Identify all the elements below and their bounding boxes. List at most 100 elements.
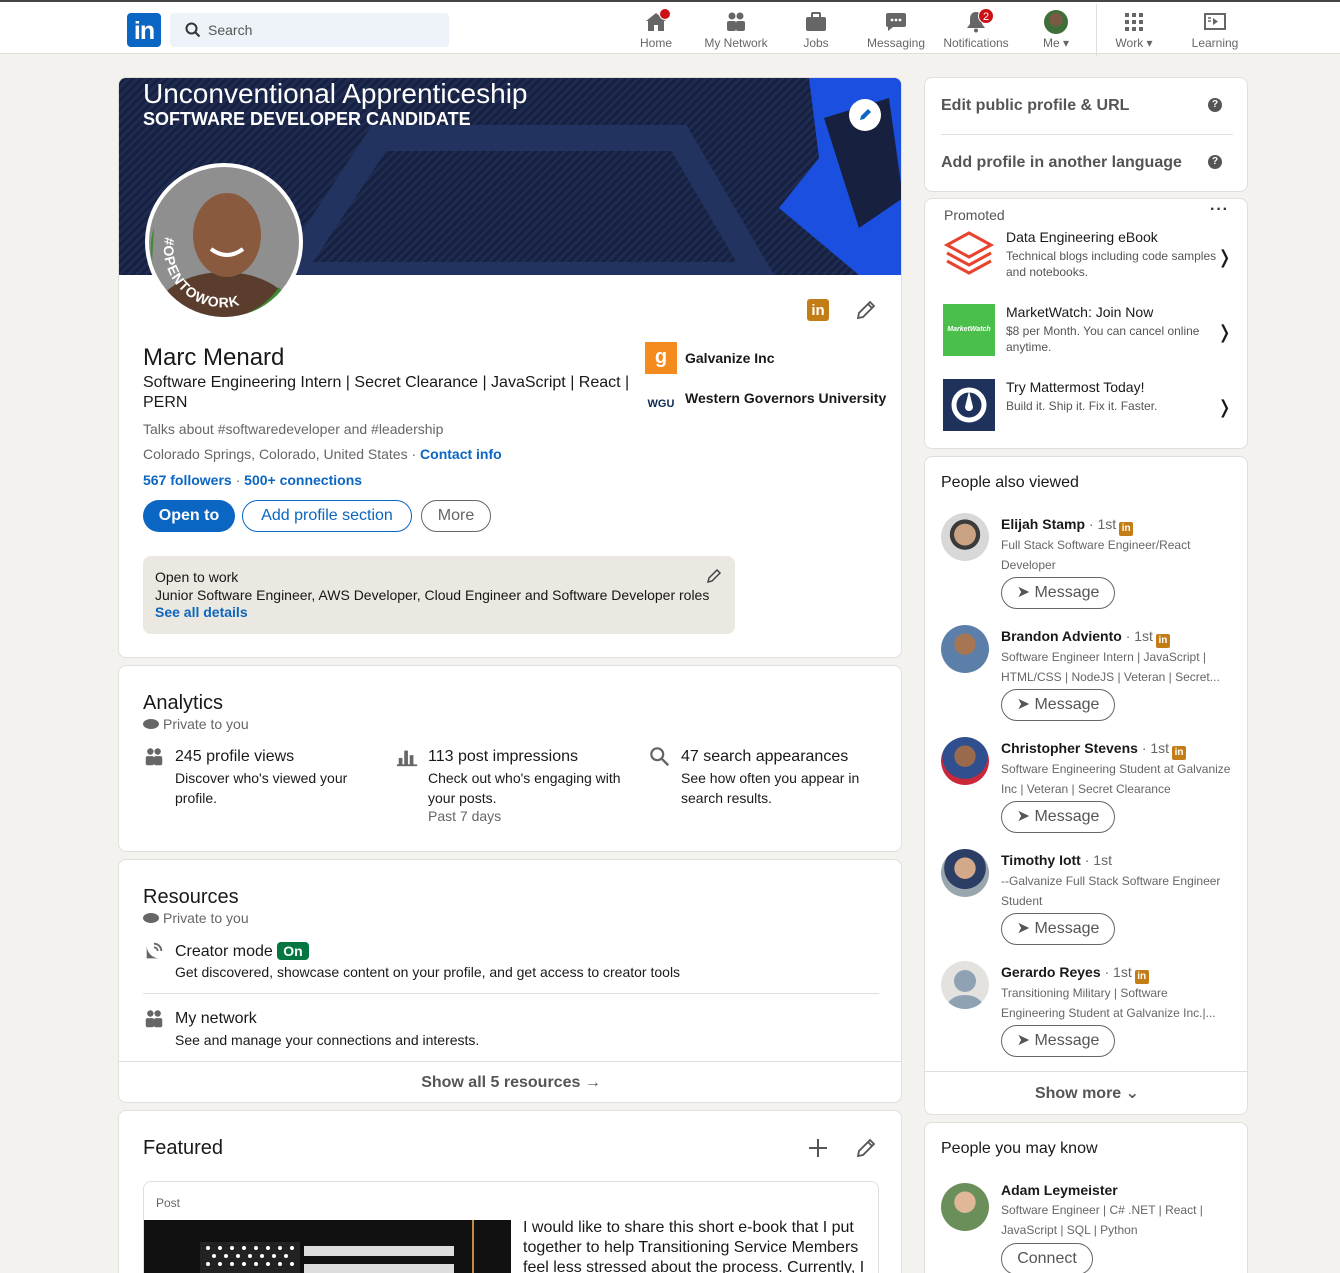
person-name[interactable]: Brandon Adviento · 1st in <box>1001 628 1170 648</box>
mattermost-logo <box>943 379 995 431</box>
promoted-item-title: MarketWatch: Join Now <box>1006 304 1154 320</box>
edit-public-profile-link[interactable]: Edit public profile & URL <box>941 97 1129 115</box>
analytics-item-desc: Check out who's engaging with your posts… <box>428 770 621 806</box>
me-avatar <box>1044 10 1068 34</box>
person-name[interactable]: Gerardo Reyes · 1st in <box>1001 964 1149 984</box>
promoted-item[interactable]: MarketWatch MarketWatch: Join Now $8 per… <box>925 302 1247 372</box>
avatar[interactable] <box>941 1183 989 1231</box>
promoted-item-title: Try Mattermost Today! <box>1006 379 1145 395</box>
profile-name: Marc Menard <box>143 344 285 371</box>
help-icon[interactable]: ? <box>1208 155 1222 169</box>
people-you-may-know-card: People you may know Adam Leymeister Soft… <box>924 1122 1248 1273</box>
show-more-button[interactable]: Show more ⌄ <box>925 1071 1247 1114</box>
linkedin-logo[interactable]: in <box>127 13 161 47</box>
add-featured-plus-icon[interactable] <box>807 1137 829 1159</box>
edit-intro-pencil-icon[interactable] <box>855 299 877 321</box>
linkedin-premium-icon: in <box>1155 634 1170 648</box>
nav-messaging-label: Messaging <box>866 36 926 50</box>
followers-link[interactable]: 567 followers <box>143 472 232 488</box>
featured-post-label: Post <box>156 1196 181 1210</box>
avatar[interactable] <box>941 625 989 673</box>
network-icon <box>727 12 745 31</box>
banner-subtitle: SOFTWARE DEVELOPER CANDIDATE <box>143 109 471 129</box>
nav-jobs[interactable]: Jobs <box>776 8 856 54</box>
nav-network-label: My Network <box>704 36 768 50</box>
nav-notifications[interactable]: 2 Notifications <box>936 8 1016 54</box>
creator-mode-resource[interactable]: Creator mode On Get discovered, showcase… <box>143 940 879 994</box>
learning-icon <box>1204 13 1226 30</box>
my-network-resource[interactable]: My network See and manage your connectio… <box>143 1008 879 1052</box>
person-headline: Transitioning Military | Software Engine… <box>1001 986 1216 1020</box>
bar-chart-icon <box>396 750 418 767</box>
profile-photo-image: #OPENTOWORK <box>149 167 299 317</box>
promoted-item-desc: $8 per Month. You can cancel online anyt… <box>1006 324 1200 354</box>
notifications-badge: 2 <box>978 8 994 24</box>
person-name[interactable]: Adam Leymeister <box>1001 1182 1118 1198</box>
nav-home[interactable]: Home <box>616 8 696 54</box>
messaging-icon <box>886 13 906 31</box>
company-galvanize[interactable]: Galvanize Inc <box>685 350 774 366</box>
message-button[interactable]: ➤ Message <box>1001 1025 1115 1057</box>
my-network-title: My network <box>175 1010 257 1027</box>
contact-info-link[interactable]: Contact info <box>420 446 502 462</box>
more-button[interactable]: More <box>421 500 491 532</box>
edit-featured-pencil-icon[interactable] <box>855 1137 877 1159</box>
avatar[interactable] <box>941 849 989 897</box>
nav-messaging[interactable]: Messaging <box>856 8 936 54</box>
search-box[interactable] <box>170 13 449 47</box>
edit-banner-button[interactable] <box>849 99 881 131</box>
message-button[interactable]: ➤ Message <box>1001 913 1115 945</box>
avatar[interactable] <box>941 513 989 561</box>
add-language-link[interactable]: Add profile in another language <box>941 154 1182 172</box>
person-name[interactable]: Elijah Stamp · 1st in <box>1001 516 1134 536</box>
show-all-resources-button[interactable]: Show all 5 resources → <box>119 1061 901 1102</box>
help-icon[interactable]: ? <box>1208 98 1222 112</box>
more-options-icon[interactable]: ··· <box>1210 201 1229 219</box>
nav-home-label: Home <box>639 36 672 50</box>
promoted-item[interactable]: Data Engineering eBook Technical blogs i… <box>925 227 1247 297</box>
nav-me[interactable]: Me ▾ <box>1016 8 1096 54</box>
separator: · <box>407 446 421 462</box>
nav-learning[interactable]: Learning <box>1175 8 1255 54</box>
creator-linkedin-icon[interactable]: in <box>807 299 829 321</box>
message-button[interactable]: ➤ Message <box>1001 689 1115 721</box>
featured-post[interactable]: Post I would like to share this short e-… <box>143 1181 879 1273</box>
connections-link[interactable]: 500+ connections <box>244 472 362 488</box>
creator-mode-badge: On <box>277 942 309 960</box>
message-button[interactable]: ➤ Message <box>1001 577 1115 609</box>
school-wgu[interactable]: Western Governors University <box>685 390 886 406</box>
person-card: Timothy Iott · 1st --Galvanize Full Stac… <box>925 849 1247 953</box>
edit-open-to-work-pencil-icon[interactable] <box>706 568 722 584</box>
global-nav: in Home My Network Jobs Messaging 2 Noti… <box>0 0 1340 56</box>
eye-icon <box>143 719 159 729</box>
grid-icon <box>1125 13 1143 31</box>
see-all-details-link[interactable]: See all details <box>155 604 248 620</box>
profile-photo[interactable]: #OPENTOWORK <box>145 163 303 321</box>
search-input[interactable] <box>208 13 438 47</box>
banner-title: Unconventional Apprenticeship <box>143 78 528 109</box>
avatar[interactable] <box>941 737 989 785</box>
satellite-dish-icon <box>146 942 163 959</box>
add-profile-section-button[interactable]: Add profile section <box>242 500 412 532</box>
open-to-work-title: Open to work <box>155 569 239 585</box>
nav-my-network[interactable]: My Network <box>696 8 776 54</box>
person-name[interactable]: Christopher Stevens · 1st in <box>1001 740 1187 760</box>
send-icon: ➤ <box>1016 808 1031 825</box>
connect-button[interactable]: Connect <box>1001 1243 1093 1273</box>
linkedin-premium-icon: in <box>1134 970 1149 984</box>
resources-title: Resources <box>143 886 239 908</box>
network-stats: 567 followers · 500+ connections <box>143 472 362 488</box>
analytics-item-title: 245 profile views <box>175 748 295 765</box>
open-to-button[interactable]: Open to <box>143 500 235 532</box>
person-name[interactable]: Timothy Iott · 1st <box>1001 852 1112 868</box>
galvanize-logo[interactable]: g <box>645 342 677 374</box>
message-button[interactable]: ➤ Message <box>1001 801 1115 833</box>
pencil-icon <box>860 109 871 120</box>
featured-card: Featured Post I would like to share this… <box>118 1110 902 1273</box>
nav-work[interactable]: Work ▾ <box>1094 8 1174 54</box>
wgu-logo[interactable]: WGU <box>645 384 677 412</box>
talks-about: Talks about #softwaredeveloper and #lead… <box>143 421 444 437</box>
nav-jobs-label: Jobs <box>803 36 829 50</box>
avatar[interactable] <box>941 961 989 1009</box>
promoted-item[interactable]: Try Mattermost Today! Build it. Ship it.… <box>925 377 1247 447</box>
